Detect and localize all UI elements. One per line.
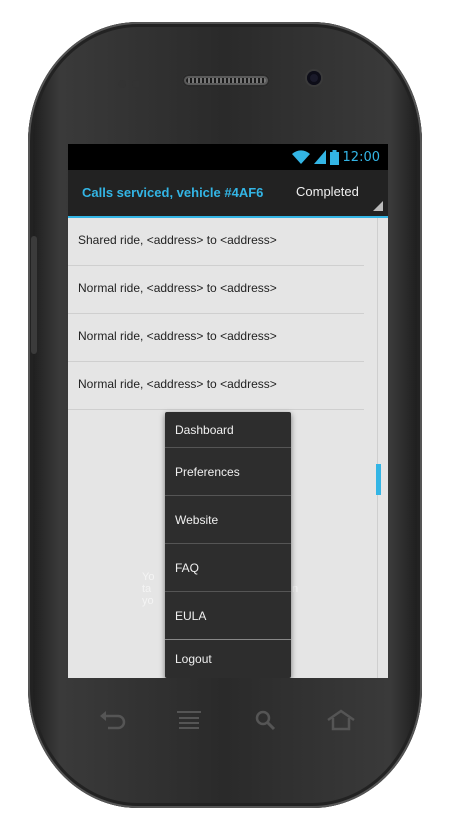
list-item[interactable]: Normal ride, <address> to <address> <box>68 314 364 362</box>
menu-item-label: Dashboard <box>175 423 234 437</box>
list-item-label: Shared ride, <address> to <address> <box>78 233 277 247</box>
menu-item-label: Preferences <box>175 465 240 479</box>
clock: 12:00 <box>342 149 380 165</box>
status-filter-spinner[interactable]: Completed <box>288 170 388 216</box>
spinner-dropdown-icon <box>373 201 383 211</box>
overflow-menu: Dashboard Preferences Website FAQ EULA L… <box>165 412 291 678</box>
back-icon <box>100 711 126 730</box>
menu-item-preferences[interactable]: Preferences <box>165 448 291 495</box>
search-icon <box>255 710 276 731</box>
scrollbar-thumb[interactable] <box>376 464 381 495</box>
menu-button[interactable] <box>175 708 203 732</box>
search-button[interactable] <box>252 708 280 732</box>
home-icon <box>327 709 355 731</box>
menu-item-website[interactable]: Website <box>165 496 291 543</box>
wifi-icon <box>291 150 310 164</box>
screen: 12:00 Calls serviced, vehicle #4AF6 Comp… <box>68 144 388 678</box>
menu-item-dashboard[interactable]: Dashboard <box>165 412 291 447</box>
list-item[interactable]: Normal ride, <address> to <address> <box>68 362 364 410</box>
speaker-grill <box>186 78 266 83</box>
list-item[interactable]: Normal ride, <address> to <address> <box>68 266 364 314</box>
status-bar: 12:00 <box>68 144 388 170</box>
light-sensor <box>132 80 140 88</box>
list-item[interactable]: Shared ride, <address> to <address> <box>68 218 364 266</box>
menu-icon <box>177 711 201 729</box>
list-item-label: Normal ride, <address> to <address> <box>78 377 277 391</box>
home-button[interactable] <box>326 708 356 732</box>
menu-item-label: EULA <box>175 609 207 623</box>
menu-item-eula[interactable]: EULA <box>165 592 291 639</box>
list-item-label: Normal ride, <address> to <address> <box>78 329 277 343</box>
rides-list: Shared ride, <address> to <address> Norm… <box>68 218 364 410</box>
action-bar: Calls serviced, vehicle #4AF6 Completed <box>68 170 388 218</box>
menu-item-label: Website <box>175 513 219 527</box>
signal-icon <box>313 150 326 164</box>
menu-item-faq[interactable]: FAQ <box>165 544 291 591</box>
page-title: Calls serviced, vehicle #4AF6 <box>82 185 264 200</box>
scrollbar-track <box>377 218 378 678</box>
hint-line: n <box>292 583 299 595</box>
menu-item-logout[interactable]: Logout <box>165 640 291 678</box>
back-button[interactable] <box>98 708 126 732</box>
menu-item-label: FAQ <box>175 561 200 575</box>
menu-item-label: Logout <box>175 652 212 666</box>
front-camera <box>307 71 321 85</box>
volume-button[interactable] <box>31 236 37 354</box>
battery-icon <box>329 149 339 165</box>
list-item-label: Normal ride, <address> to <address> <box>78 281 277 295</box>
spinner-value: Completed <box>296 184 359 199</box>
proximity-sensor <box>118 80 126 88</box>
